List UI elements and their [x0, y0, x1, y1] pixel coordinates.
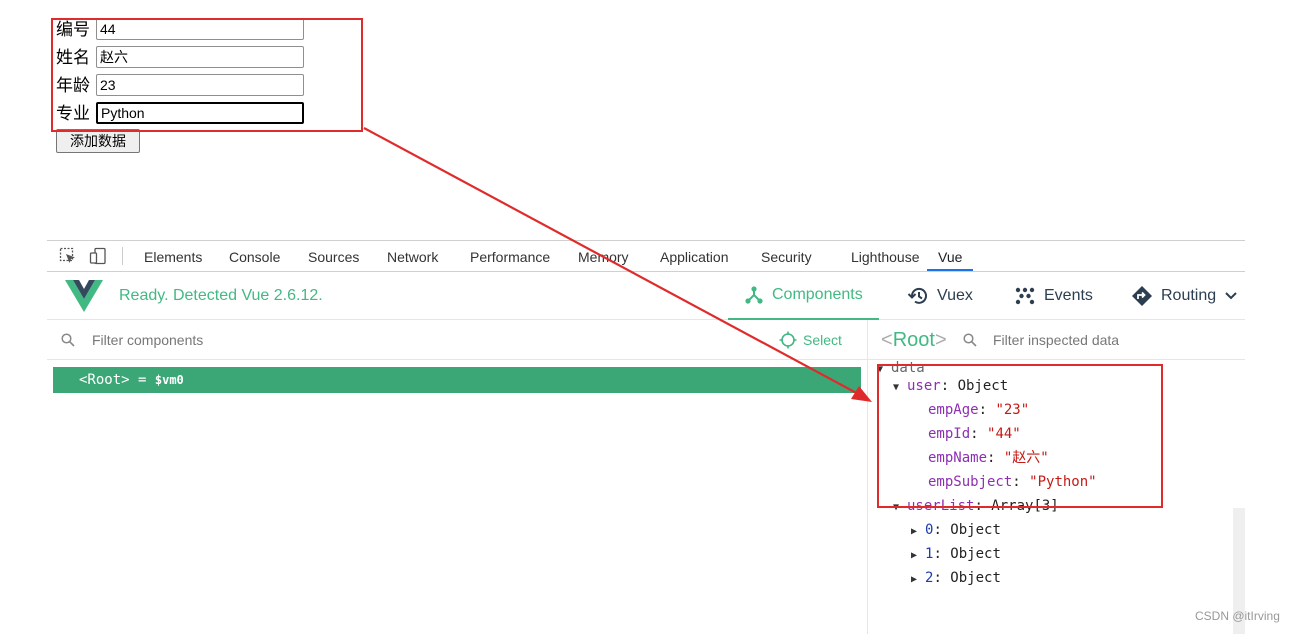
filter-inspected-input[interactable]: Filter inspected data	[993, 320, 1119, 360]
search-icon	[61, 333, 75, 347]
form-highlight-box	[51, 18, 363, 132]
tab-performance[interactable]: Performance	[470, 241, 550, 271]
tab-elements[interactable]: Elements	[144, 241, 202, 271]
history-icon	[907, 287, 927, 304]
nav-routing-label: Routing	[1161, 287, 1217, 304]
device-toolbar-icon[interactable]	[89, 247, 107, 265]
nav-components-label: Components	[772, 286, 863, 303]
inspector-header: <Root> Filter inspected data	[867, 320, 1245, 360]
filter-components-input[interactable]: Filter components	[92, 320, 203, 360]
vue-toolbar: Ready. Detected Vue 2.6.12. Components V…	[47, 272, 1245, 320]
tree-row-userlist-2[interactable]: ▶ 2: Object	[911, 566, 1001, 590]
item-type: Object	[950, 522, 1001, 538]
tab-lighthouse[interactable]: Lighthouse	[851, 241, 920, 271]
tab-console[interactable]: Console	[229, 241, 280, 271]
inspected-component-name: <Root>	[881, 329, 947, 351]
inspected-root-label: Root	[892, 329, 935, 351]
filter-components-bar: Filter components Select	[47, 320, 867, 360]
chevron-down-icon[interactable]	[1224, 289, 1238, 303]
devtools-tab-bar: Elements Console Sources Network Perform…	[47, 240, 1245, 272]
vue-detected-status: Ready. Detected Vue 2.6.12.	[119, 287, 323, 304]
tab-application[interactable]: Application	[660, 241, 729, 271]
tree-row-userlist-0[interactable]: ▶ 0: Object	[911, 518, 1001, 542]
caret-right-icon: ▶	[911, 574, 918, 585]
nav-vuex[interactable]: Vuex	[907, 272, 973, 320]
root-eq: =	[129, 372, 155, 388]
nav-events[interactable]: Events	[1014, 272, 1093, 320]
component-tree-root-row[interactable]: <Root> = $vm0	[53, 367, 861, 393]
routing-icon	[1132, 286, 1152, 306]
tab-sources[interactable]: Sources	[308, 241, 359, 271]
caret-right-icon: ▶	[911, 550, 918, 561]
vue-logo-icon	[65, 280, 103, 312]
nav-events-label: Events	[1044, 287, 1093, 304]
target-icon	[779, 331, 797, 349]
tree-row-userlist-1[interactable]: ▶ 1: Object	[911, 542, 1001, 566]
nav-vuex-label: Vuex	[937, 287, 973, 304]
search-icon	[963, 333, 977, 347]
root-tag: <Root>	[79, 372, 130, 388]
select-label: Select	[803, 332, 842, 348]
watermark: CSDN @itIrving	[1195, 609, 1280, 623]
events-icon	[1015, 287, 1035, 305]
select-component-button[interactable]: Select	[779, 320, 842, 360]
add-data-button[interactable]: 添加数据	[56, 129, 140, 153]
components-icon	[745, 286, 763, 304]
item-type: Object	[950, 570, 1001, 586]
tab-memory[interactable]: Memory	[578, 241, 629, 271]
inspect-element-icon[interactable]	[59, 247, 77, 265]
tab-network[interactable]: Network	[387, 241, 438, 271]
root-vm-ref: $vm0	[154, 373, 184, 387]
item-type: Object	[950, 546, 1001, 562]
toolbar-divider	[122, 247, 123, 265]
caret-right-icon: ▶	[911, 526, 918, 537]
tab-vue[interactable]: Vue	[927, 241, 974, 271]
tab-security[interactable]: Security	[761, 241, 812, 271]
nav-routing[interactable]: Routing	[1131, 272, 1238, 320]
nav-components[interactable]: Components	[728, 272, 879, 320]
data-highlight-box	[877, 364, 1163, 508]
